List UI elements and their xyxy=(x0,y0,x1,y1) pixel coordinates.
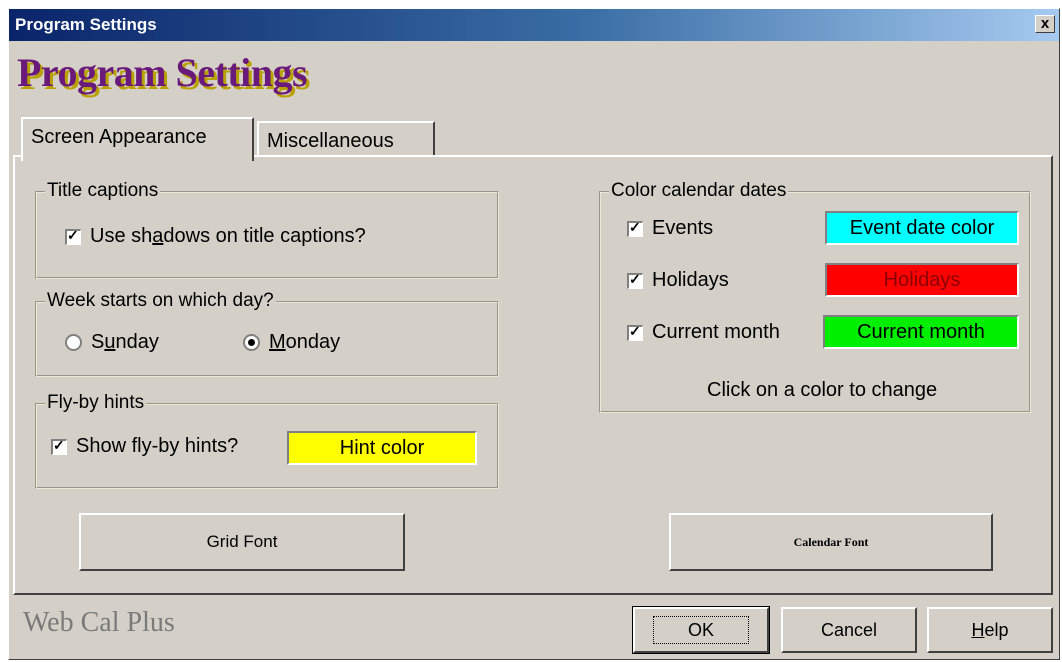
current-month-checkbox[interactable]: Current month xyxy=(627,321,780,344)
close-button[interactable]: x xyxy=(1035,15,1055,33)
monday-radio[interactable]: Monday xyxy=(243,331,340,354)
sunday-label: Sunday xyxy=(91,331,159,353)
radio-selected-icon xyxy=(243,334,260,351)
ok-label: OK xyxy=(652,616,749,644)
window-title: Program Settings xyxy=(15,15,157,34)
title-bar[interactable]: Program Settings x xyxy=(9,9,1059,41)
holidays-checkbox[interactable]: Holidays xyxy=(627,269,729,292)
sunday-radio[interactable]: Sunday xyxy=(65,331,159,354)
events-label: Events xyxy=(652,217,714,239)
flyby-hints-group: Fly-by hints Show fly-by hints? Hint col… xyxy=(35,392,499,489)
help-button[interactable]: Help xyxy=(927,607,1053,653)
week-start-legend: Week starts on which day? xyxy=(45,290,276,312)
grid-font-button[interactable]: Grid Font xyxy=(79,513,405,571)
program-settings-window: Program Settings x Program Settings Scre… xyxy=(8,8,1060,660)
holidays-color-button[interactable]: Holidays xyxy=(825,263,1019,297)
flyby-hints-legend: Fly-by hints xyxy=(45,392,147,414)
title-captions-legend: Title captions xyxy=(45,180,161,202)
events-checkbox[interactable]: Events xyxy=(627,217,713,240)
radio-empty-icon xyxy=(65,334,82,351)
shadows-label: Use shadows on title captions? xyxy=(90,225,366,247)
web-cal-plus-brand: Web Cal Plus xyxy=(23,607,175,638)
tab-miscellaneous[interactable]: Miscellaneous xyxy=(257,121,435,157)
show-flyby-label: Show fly-by hints? xyxy=(76,435,239,457)
tab-panel-screen-appearance: Title captions Use shadows on title capt… xyxy=(13,155,1053,595)
show-flyby-checkbox[interactable]: Show fly-by hints? xyxy=(51,435,238,458)
checkbox-checked-icon xyxy=(627,271,643,289)
calendar-font-button[interactable]: Calendar Font xyxy=(669,513,993,571)
shadows-checkbox[interactable]: Use shadows on title captions? xyxy=(65,225,366,248)
current-month-label: Current month xyxy=(652,321,780,343)
color-calendar-dates-legend: Color calendar dates xyxy=(609,180,789,202)
current-month-color-button[interactable]: Current month xyxy=(823,315,1019,349)
week-start-group: Week starts on which day? Sunday Monday xyxy=(35,290,499,377)
cancel-button[interactable]: Cancel xyxy=(781,607,917,653)
help-label: Help xyxy=(971,620,1009,640)
tab-screen-appearance[interactable]: Screen Appearance xyxy=(21,117,254,161)
checkbox-checked-icon xyxy=(627,219,643,237)
event-date-color-button[interactable]: Event date color xyxy=(825,211,1019,245)
monday-label: Monday xyxy=(269,331,341,353)
title-captions-group: Title captions Use shadows on title capt… xyxy=(35,180,499,279)
color-calendar-dates-group: Color calendar dates Events Event date c… xyxy=(599,180,1031,413)
color-change-hint: Click on a color to change xyxy=(707,379,938,401)
checkbox-checked-icon xyxy=(65,227,81,245)
checkbox-checked-icon xyxy=(51,437,67,455)
hint-color-button[interactable]: Hint color xyxy=(287,431,477,465)
checkbox-checked-icon xyxy=(627,323,643,341)
close-icon: x xyxy=(1040,15,1050,32)
ok-button[interactable]: OK xyxy=(632,606,770,654)
banner-title: Program Settings xyxy=(17,50,308,95)
holidays-label: Holidays xyxy=(652,269,729,291)
